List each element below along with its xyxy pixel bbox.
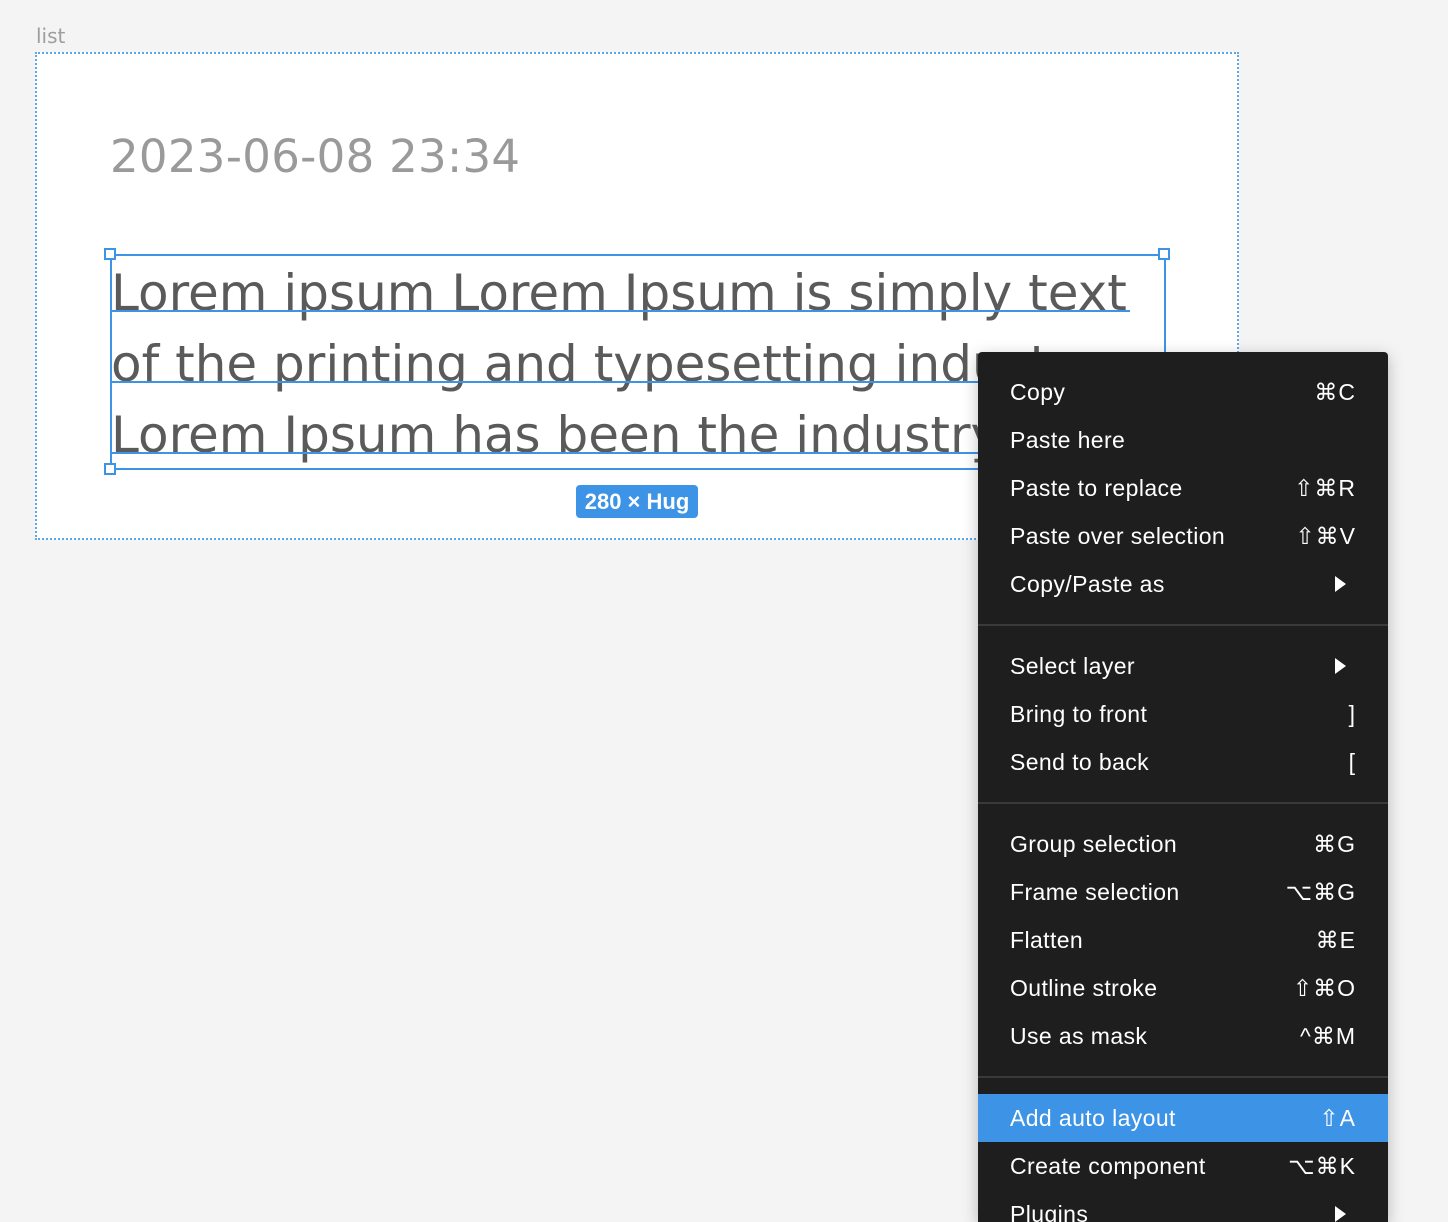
- menu-item-label: Copy/Paste as: [1010, 571, 1165, 598]
- menu-item-label: Add auto layout: [1010, 1105, 1176, 1132]
- menu-item-label: Paste to replace: [1010, 475, 1183, 502]
- submenu-arrow-icon: [1335, 658, 1346, 674]
- menu-item-create-component[interactable]: Create component ⌥⌘K: [978, 1142, 1388, 1190]
- menu-item-shortcut: ⇧⌘O: [1293, 975, 1356, 1002]
- menu-item-label: Outline stroke: [1010, 975, 1158, 1002]
- menu-item-shortcut: ⌘G: [1313, 831, 1356, 858]
- timestamp-text[interactable]: 2023-06-08 23:34: [110, 130, 520, 183]
- menu-item-paste-over-selection[interactable]: Paste over selection ⇧⌘V: [978, 512, 1388, 560]
- menu-divider: [978, 1076, 1388, 1078]
- menu-divider: [978, 624, 1388, 626]
- menu-item-shortcut: ^⌘M: [1300, 1023, 1356, 1050]
- menu-item-frame-selection[interactable]: Frame selection ⌥⌘G: [978, 868, 1388, 916]
- menu-item-shortcut: ⇧⌘R: [1294, 475, 1356, 502]
- menu-item-paste-to-replace[interactable]: Paste to replace ⇧⌘R: [978, 464, 1388, 512]
- menu-item-add-auto-layout[interactable]: Add auto layout ⇧A: [978, 1094, 1388, 1142]
- menu-item-group-selection[interactable]: Group selection ⌘G: [978, 820, 1388, 868]
- menu-item-label: Create component: [1010, 1153, 1206, 1180]
- menu-item-label: Group selection: [1010, 831, 1177, 858]
- menu-item-shortcut: [: [1349, 749, 1356, 776]
- menu-item-label: Select layer: [1010, 653, 1135, 680]
- menu-item-use-as-mask[interactable]: Use as mask ^⌘M: [978, 1012, 1388, 1060]
- menu-item-plugins[interactable]: Plugins: [978, 1190, 1388, 1222]
- resize-handle-top-right[interactable]: [1158, 248, 1170, 260]
- menu-item-label: Flatten: [1010, 927, 1083, 954]
- size-badge: 280 × Hug: [576, 485, 698, 518]
- resize-handle-bottom-left[interactable]: [104, 463, 116, 475]
- menu-item-select-layer[interactable]: Select layer: [978, 642, 1388, 690]
- submenu-arrow-icon: [1335, 1206, 1346, 1222]
- menu-item-shortcut: ⌥⌘G: [1286, 879, 1356, 906]
- resize-handle-top-left[interactable]: [104, 248, 116, 260]
- menu-item-label: Paste here: [1010, 427, 1125, 454]
- menu-item-send-to-back[interactable]: Send to back [: [978, 738, 1388, 786]
- menu-item-bring-to-front[interactable]: Bring to front ]: [978, 690, 1388, 738]
- menu-item-label: Use as mask: [1010, 1023, 1147, 1050]
- context-menu: Copy ⌘C Paste here Paste to replace ⇧⌘R …: [978, 352, 1388, 1222]
- menu-item-shortcut: ⇧⌘V: [1295, 523, 1356, 550]
- frame-label[interactable]: list: [36, 24, 65, 48]
- menu-item-shortcut: ⌥⌘K: [1288, 1153, 1356, 1180]
- menu-item-shortcut: ⌘E: [1316, 927, 1356, 954]
- menu-item-copy-paste-as[interactable]: Copy/Paste as: [978, 560, 1388, 608]
- menu-item-flatten[interactable]: Flatten ⌘E: [978, 916, 1388, 964]
- menu-item-shortcut: ⇧A: [1319, 1105, 1356, 1132]
- menu-item-paste-here[interactable]: Paste here: [978, 416, 1388, 464]
- menu-item-label: Bring to front: [1010, 701, 1147, 728]
- menu-item-shortcut: ⌘C: [1314, 379, 1356, 406]
- menu-item-label: Plugins: [1010, 1201, 1088, 1222]
- menu-item-label: Copy: [1010, 379, 1065, 406]
- menu-divider: [978, 802, 1388, 804]
- submenu-arrow-icon: [1335, 576, 1346, 592]
- menu-item-label: Frame selection: [1010, 879, 1180, 906]
- menu-item-label: Paste over selection: [1010, 523, 1225, 550]
- menu-item-copy[interactable]: Copy ⌘C: [978, 368, 1388, 416]
- menu-item-shortcut: ]: [1349, 701, 1356, 728]
- menu-item-label: Send to back: [1010, 749, 1149, 776]
- menu-item-outline-stroke[interactable]: Outline stroke ⇧⌘O: [978, 964, 1388, 1012]
